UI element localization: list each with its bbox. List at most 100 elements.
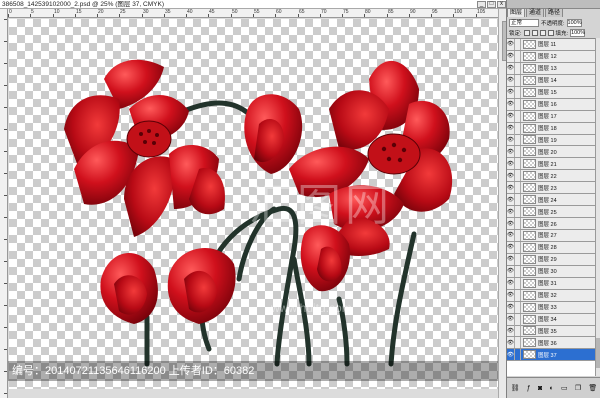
maximize-button[interactable]: □: [487, 1, 496, 8]
canvas[interactable]: 汇图网 www.huitu.com: [9, 19, 498, 389]
layer-row[interactable]: 👁 图层 25: [507, 206, 595, 219]
layer-row[interactable]: 👁 图层 15: [507, 86, 595, 99]
eye-icon[interactable]: 👁: [507, 86, 515, 98]
layer-link-slot[interactable]: [515, 146, 521, 158]
layer-row[interactable]: 👁 图层 20: [507, 146, 595, 159]
link-icon[interactable]: ⛓: [511, 384, 520, 392]
layer-row[interactable]: 👁 图层 11: [507, 39, 595, 51]
layer-link-slot[interactable]: [515, 170, 521, 182]
layer-row[interactable]: 👁 图层 23: [507, 182, 595, 195]
new-layer-icon[interactable]: ❐: [575, 384, 581, 392]
mask-icon[interactable]: ◙: [538, 385, 542, 392]
layer-link-slot[interactable]: [515, 218, 521, 230]
eye-icon[interactable]: 👁: [507, 325, 515, 337]
eye-icon[interactable]: 👁: [507, 194, 515, 206]
lock-position-icon[interactable]: [539, 29, 546, 36]
layer-link-slot[interactable]: [515, 325, 521, 337]
layer-link-slot[interactable]: [515, 122, 521, 134]
layer-row[interactable]: 👁 图层 34: [507, 313, 595, 326]
layer-row[interactable]: 👁 图层 31: [507, 277, 595, 290]
eye-icon[interactable]: 👁: [507, 301, 515, 313]
layer-row[interactable]: 👁 图层 18: [507, 122, 595, 135]
layer-row[interactable]: 👁 图层 33: [507, 301, 595, 314]
layer-row[interactable]: 👁 图层 26: [507, 218, 595, 230]
eye-icon[interactable]: 👁: [507, 134, 515, 146]
layer-row[interactable]: 👁 图层 27: [507, 229, 595, 242]
eye-icon[interactable]: 👁: [507, 337, 515, 349]
layer-row[interactable]: 👁 图层 36: [507, 337, 595, 350]
eye-icon[interactable]: 👁: [507, 158, 515, 170]
layer-link-slot[interactable]: [515, 277, 521, 289]
eye-icon[interactable]: 👁: [507, 265, 515, 277]
eye-icon[interactable]: 👁: [507, 229, 515, 241]
eye-icon[interactable]: 👁: [507, 218, 515, 230]
eye-icon[interactable]: 👁: [507, 277, 515, 289]
folder-icon[interactable]: ▭: [561, 384, 568, 392]
fx-icon[interactable]: ƒ: [527, 385, 531, 392]
minimize-button[interactable]: _: [477, 1, 486, 8]
layer-link-slot[interactable]: [515, 62, 521, 74]
eye-icon[interactable]: 👁: [507, 206, 515, 218]
layer-row[interactable]: 👁 图层 21: [507, 158, 595, 171]
lock-pixels-icon[interactable]: [531, 29, 538, 36]
fill-input[interactable]: 100%: [570, 28, 585, 37]
eye-icon[interactable]: 👁: [507, 170, 515, 182]
layer-row[interactable]: 👁 图层 22: [507, 170, 595, 183]
eye-icon[interactable]: 👁: [507, 289, 515, 301]
layer-link-slot[interactable]: [515, 289, 521, 301]
layer-row[interactable]: 👁 图层 13: [507, 62, 595, 75]
eye-icon[interactable]: 👁: [507, 50, 515, 62]
vertical-ruler[interactable]: [0, 9, 8, 398]
eye-icon[interactable]: 👁: [507, 62, 515, 74]
layer-link-slot[interactable]: [515, 86, 521, 98]
eye-icon[interactable]: 👁: [507, 74, 515, 86]
layer-link-slot[interactable]: [515, 229, 521, 241]
tab-channels[interactable]: 通道: [526, 8, 545, 17]
layer-link-slot[interactable]: [515, 50, 521, 62]
eye-icon[interactable]: 👁: [507, 241, 515, 253]
adjustment-icon[interactable]: ◐: [549, 385, 553, 392]
eye-icon[interactable]: 👁: [507, 98, 515, 110]
eye-icon[interactable]: 👁: [507, 313, 515, 325]
tab-paths[interactable]: 路径: [545, 8, 564, 17]
vertical-scrollbar[interactable]: [498, 9, 507, 398]
layer-link-slot[interactable]: [515, 349, 521, 361]
lock-all-icon[interactable]: [547, 29, 554, 36]
layer-link-slot[interactable]: [515, 337, 521, 349]
layer-row[interactable]: 👁 图层 29: [507, 253, 595, 266]
eye-icon[interactable]: 👁: [507, 349, 515, 361]
layer-row[interactable]: 👁 图层 37: [507, 349, 595, 362]
layer-link-slot[interactable]: [515, 253, 521, 265]
horizontal-ruler[interactable]: 0 5 10 15 20 25 30 35 40 45 50 55 60 65 70 75 80 85 90 95 10…: [8, 9, 498, 18]
layer-link-slot[interactable]: [515, 158, 521, 170]
layer-row[interactable]: 👁 图层 28: [507, 241, 595, 254]
tab-layers[interactable]: 图层: [507, 8, 526, 17]
document-titlebar[interactable]: 386508_142539102000_2.psd @ 25% (图层 37, …: [0, 0, 506, 9]
layer-row[interactable]: 👁 图层 17: [507, 110, 595, 123]
eye-icon[interactable]: 👁: [507, 110, 515, 122]
layer-link-slot[interactable]: [515, 134, 521, 146]
opacity-input[interactable]: 100%: [566, 18, 582, 27]
layer-link-slot[interactable]: [515, 206, 521, 218]
close-button[interactable]: x: [497, 1, 506, 8]
eye-icon[interactable]: 👁: [507, 39, 515, 50]
trash-icon[interactable]: 🗑: [588, 384, 597, 392]
eye-icon[interactable]: 👁: [507, 122, 515, 134]
layer-row[interactable]: 👁 图层 35: [507, 325, 595, 338]
layer-link-slot[interactable]: [515, 98, 521, 110]
layer-link-slot[interactable]: [515, 241, 521, 253]
layer-link-slot[interactable]: [515, 39, 521, 50]
layer-row[interactable]: 👁 图层 24: [507, 194, 595, 207]
eye-icon[interactable]: 👁: [507, 182, 515, 194]
layer-row[interactable]: 👁 图层 19: [507, 134, 595, 147]
layer-link-slot[interactable]: [515, 265, 521, 277]
blend-mode-select[interactable]: 正常: [509, 18, 539, 27]
eye-icon[interactable]: 👁: [507, 253, 515, 265]
lock-transparency-icon[interactable]: [523, 29, 530, 36]
layer-link-slot[interactable]: [515, 110, 521, 122]
layers-scrollbar[interactable]: [595, 38, 600, 376]
layer-link-slot[interactable]: [515, 301, 521, 313]
layers-scrollbar-thumb[interactable]: [596, 338, 600, 368]
layer-row[interactable]: 👁 图层 32: [507, 289, 595, 302]
layer-link-slot[interactable]: [515, 194, 521, 206]
